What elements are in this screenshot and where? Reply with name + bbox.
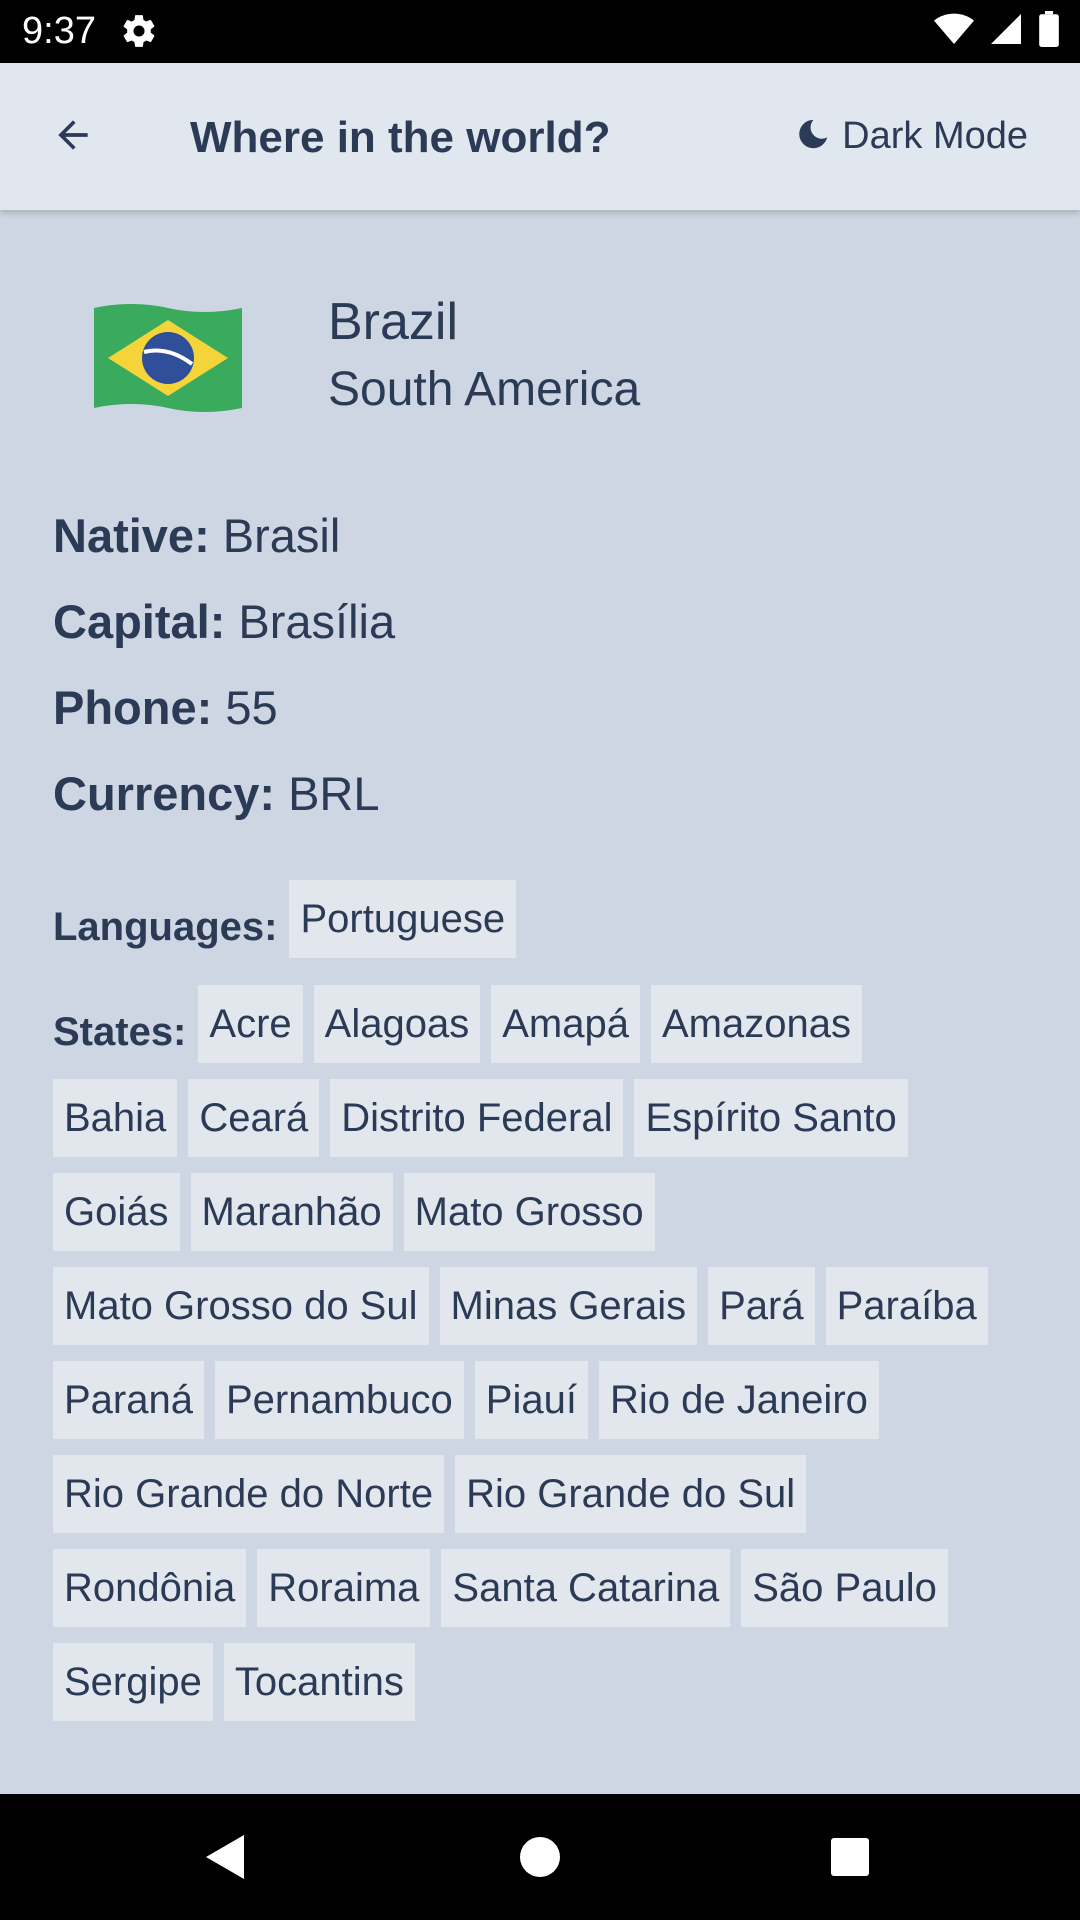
state-tag[interactable]: Espírito Santo bbox=[634, 1079, 908, 1157]
state-tag[interactable]: Maranhão bbox=[190, 1173, 393, 1251]
native-row: Native: Brasil bbox=[53, 508, 340, 563]
settings-gear-icon bbox=[120, 12, 158, 50]
circle-home-icon bbox=[517, 1834, 563, 1885]
country-region: South America bbox=[328, 363, 641, 416]
nav-back-button[interactable] bbox=[200, 1834, 250, 1884]
state-tag[interactable]: Alagoas bbox=[313, 985, 481, 1063]
brazil-flag-icon bbox=[92, 302, 244, 414]
page-title: Where in the world? bbox=[190, 113, 611, 162]
nav-home-button[interactable] bbox=[515, 1834, 565, 1884]
native-label: Native: bbox=[53, 509, 210, 562]
state-tag[interactable]: Rio de Janeiro bbox=[598, 1361, 879, 1439]
triangle-back-icon bbox=[202, 1833, 248, 1886]
state-tag[interactable]: Ceará bbox=[188, 1079, 320, 1157]
status-time: 9:37 bbox=[22, 10, 96, 52]
currency-label: Currency: bbox=[53, 767, 276, 820]
state-tag[interactable]: Mato Grosso do Sul bbox=[53, 1267, 429, 1345]
dark-mode-toggle[interactable]: Dark Mode bbox=[796, 115, 1028, 158]
state-tag[interactable]: Roraima bbox=[257, 1549, 431, 1627]
state-tag[interactable]: Paraíba bbox=[825, 1267, 988, 1345]
language-tag[interactable]: Portuguese bbox=[289, 880, 517, 958]
state-tag[interactable]: Amazonas bbox=[650, 985, 862, 1063]
battery-icon bbox=[1038, 10, 1060, 52]
states-label: States: bbox=[53, 1010, 187, 1054]
wifi-icon bbox=[934, 12, 974, 51]
state-tag[interactable]: São Paulo bbox=[741, 1549, 948, 1627]
currency-row: Currency: BRL bbox=[53, 766, 380, 821]
status-icons bbox=[934, 10, 1060, 52]
state-tag[interactable]: Goiás bbox=[53, 1173, 180, 1251]
status-bar: 9:37 bbox=[0, 0, 1080, 63]
square-recents-icon bbox=[829, 1836, 871, 1883]
app-bar: Where in the world? Dark Mode bbox=[0, 63, 1080, 210]
state-tag[interactable]: Bahia bbox=[53, 1079, 178, 1157]
moon-icon bbox=[796, 116, 830, 157]
state-tag[interactable]: Distrito Federal bbox=[330, 1079, 624, 1157]
state-tag[interactable]: Santa Catarina bbox=[441, 1549, 731, 1627]
signal-icon bbox=[988, 11, 1024, 52]
state-tag[interactable]: Mato Grosso bbox=[403, 1173, 655, 1251]
state-tag[interactable]: Amapá bbox=[491, 985, 640, 1063]
state-tag[interactable]: Minas Gerais bbox=[439, 1267, 698, 1345]
state-tag[interactable]: Paraná bbox=[53, 1361, 204, 1439]
currency-value: BRL bbox=[288, 767, 380, 820]
state-tag[interactable]: Acre bbox=[198, 985, 303, 1063]
state-tag[interactable]: Rio Grande do Sul bbox=[455, 1455, 807, 1533]
state-tag[interactable]: Rio Grande do Norte bbox=[53, 1455, 445, 1533]
dark-mode-label: Dark Mode bbox=[842, 115, 1028, 157]
languages-label: Languages: bbox=[53, 905, 278, 949]
state-tag[interactable]: Pernambuco bbox=[214, 1361, 464, 1439]
capital-value: Brasília bbox=[238, 595, 396, 648]
state-tag[interactable]: Pará bbox=[708, 1267, 815, 1345]
state-tag[interactable]: Rondônia bbox=[53, 1549, 247, 1627]
capital-label: Capital: bbox=[53, 595, 226, 648]
system-nav-bar bbox=[0, 1794, 1080, 1920]
back-button[interactable] bbox=[40, 107, 106, 167]
languages-section: Languages: Portuguese bbox=[53, 880, 1033, 974]
phone-row: Phone: 55 bbox=[53, 680, 278, 735]
phone-label: Phone: bbox=[53, 681, 213, 734]
state-tag[interactable]: Tocantins bbox=[223, 1643, 415, 1721]
country-name: Brazil bbox=[328, 293, 459, 351]
phone-value: 55 bbox=[225, 681, 278, 734]
state-tag[interactable]: Piauí bbox=[474, 1361, 588, 1439]
arrow-left-icon bbox=[49, 113, 97, 162]
nav-recents-button[interactable] bbox=[825, 1834, 875, 1884]
capital-row: Capital: Brasília bbox=[53, 594, 395, 649]
state-tag[interactable]: Sergipe bbox=[53, 1643, 213, 1721]
native-value: Brasil bbox=[222, 509, 341, 562]
states-section: States: Acre Alagoas Amapá Amazonas Bahi… bbox=[53, 985, 1033, 1737]
